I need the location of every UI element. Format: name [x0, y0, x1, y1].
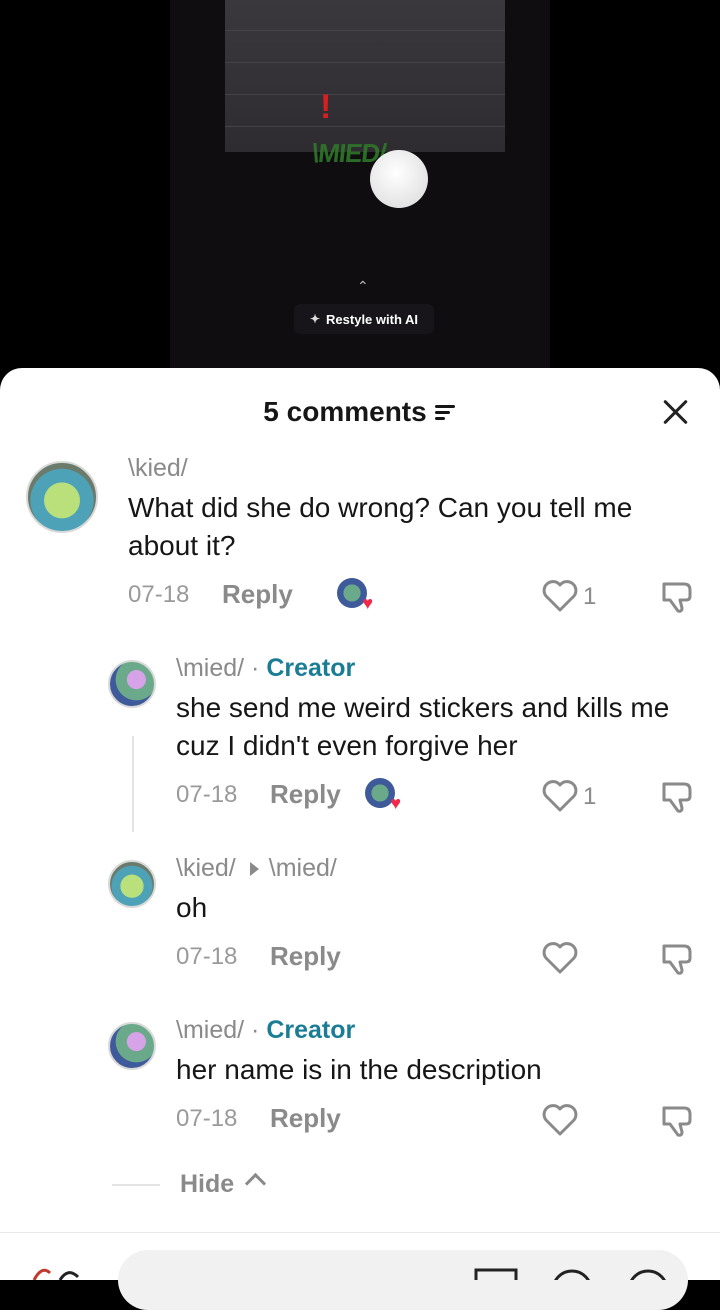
- dislike-icon[interactable]: [658, 778, 694, 814]
- comment-date: 07-18: [128, 581, 190, 608]
- video-player[interactable]: ! \MIED/ ⌃ ✦ Restyle with AI: [0, 0, 720, 380]
- comments-title: 5 comments: [0, 396, 720, 428]
- dislike-icon[interactable]: [658, 578, 694, 614]
- comment-username[interactable]: \kied/: [128, 454, 188, 483]
- thread-line: [132, 736, 134, 832]
- reply-button[interactable]: Reply: [222, 579, 293, 610]
- creator-badge: Creator: [266, 654, 356, 682]
- avatar[interactable]: [108, 860, 156, 908]
- creator-badge: Creator: [266, 1016, 356, 1044]
- close-icon[interactable]: [658, 394, 694, 430]
- filter-icon[interactable]: [434, 403, 457, 421]
- heart-icon: ♥: [390, 793, 401, 813]
- like-count: 1: [583, 783, 597, 810]
- separator: ·: [244, 654, 267, 682]
- comment-date: 07-18: [176, 781, 238, 808]
- video-touch-indicator: [370, 150, 428, 208]
- heart-icon: ♥: [362, 593, 373, 613]
- comment-username[interactable]: \mied/ · Creator: [176, 1016, 355, 1045]
- comment-text: she send me weird stickers and kills me …: [176, 692, 670, 761]
- like-heart-icon[interactable]: [542, 579, 578, 613]
- add-comment-input[interactable]: [118, 1250, 688, 1310]
- avatar[interactable]: [26, 461, 98, 533]
- like-count: 1: [583, 583, 597, 610]
- separator: ·: [244, 1016, 267, 1044]
- dislike-icon[interactable]: [658, 1102, 694, 1138]
- reply-to-username: \mied/: [268, 854, 337, 882]
- comment-date: 07-18: [176, 943, 238, 970]
- user-avatar-icon[interactable]: [28, 1263, 88, 1280]
- video-content: [225, 0, 505, 152]
- emoji-icon[interactable]: [626, 1268, 670, 1280]
- chevron-up-icon[interactable]: ⌃: [357, 278, 369, 295]
- at-mention-icon[interactable]: [550, 1268, 594, 1280]
- hide-divider: [112, 1184, 160, 1186]
- video-exclamation: !: [320, 88, 332, 126]
- like-heart-icon[interactable]: [542, 1103, 578, 1137]
- image-icon[interactable]: [474, 1268, 518, 1280]
- comment-text: her name is in the description: [176, 1054, 542, 1085]
- username-text: \mied/: [176, 654, 245, 682]
- comment-date: 07-18: [176, 1105, 238, 1132]
- comment-username[interactable]: \kied/ \mied/: [176, 854, 337, 883]
- reply-arrow-icon: [249, 862, 259, 877]
- comment-text: oh: [176, 892, 208, 923]
- dislike-icon[interactable]: [658, 940, 694, 976]
- comment-username[interactable]: \mied/ · Creator: [176, 654, 355, 683]
- like-heart-icon[interactable]: [542, 941, 578, 975]
- hide-replies-button[interactable]: Hide: [180, 1170, 234, 1199]
- restyle-label: Restyle with AI: [326, 311, 419, 327]
- avatar[interactable]: [108, 660, 156, 708]
- reply-button[interactable]: Reply: [270, 779, 341, 810]
- reply-button[interactable]: Reply: [270, 941, 341, 972]
- creator-liked-badge: ♥: [337, 578, 373, 612]
- restyle-with-ai-button[interactable]: ✦ Restyle with AI: [294, 304, 434, 334]
- like-heart-icon[interactable]: [542, 779, 578, 813]
- comments-header: 5 comments: [0, 368, 720, 458]
- comment-count-label: 5 comments: [263, 396, 427, 427]
- avatar[interactable]: [108, 1022, 156, 1070]
- username-text: \mied/: [176, 1016, 245, 1044]
- reply-button[interactable]: Reply: [270, 1103, 341, 1134]
- sparkle-icon: ✦: [309, 312, 321, 326]
- username-text: \kied/: [176, 854, 236, 882]
- comment-text: What did she do wrong? Can you tell me a…: [128, 492, 633, 561]
- creator-liked-badge: ♥: [365, 778, 401, 812]
